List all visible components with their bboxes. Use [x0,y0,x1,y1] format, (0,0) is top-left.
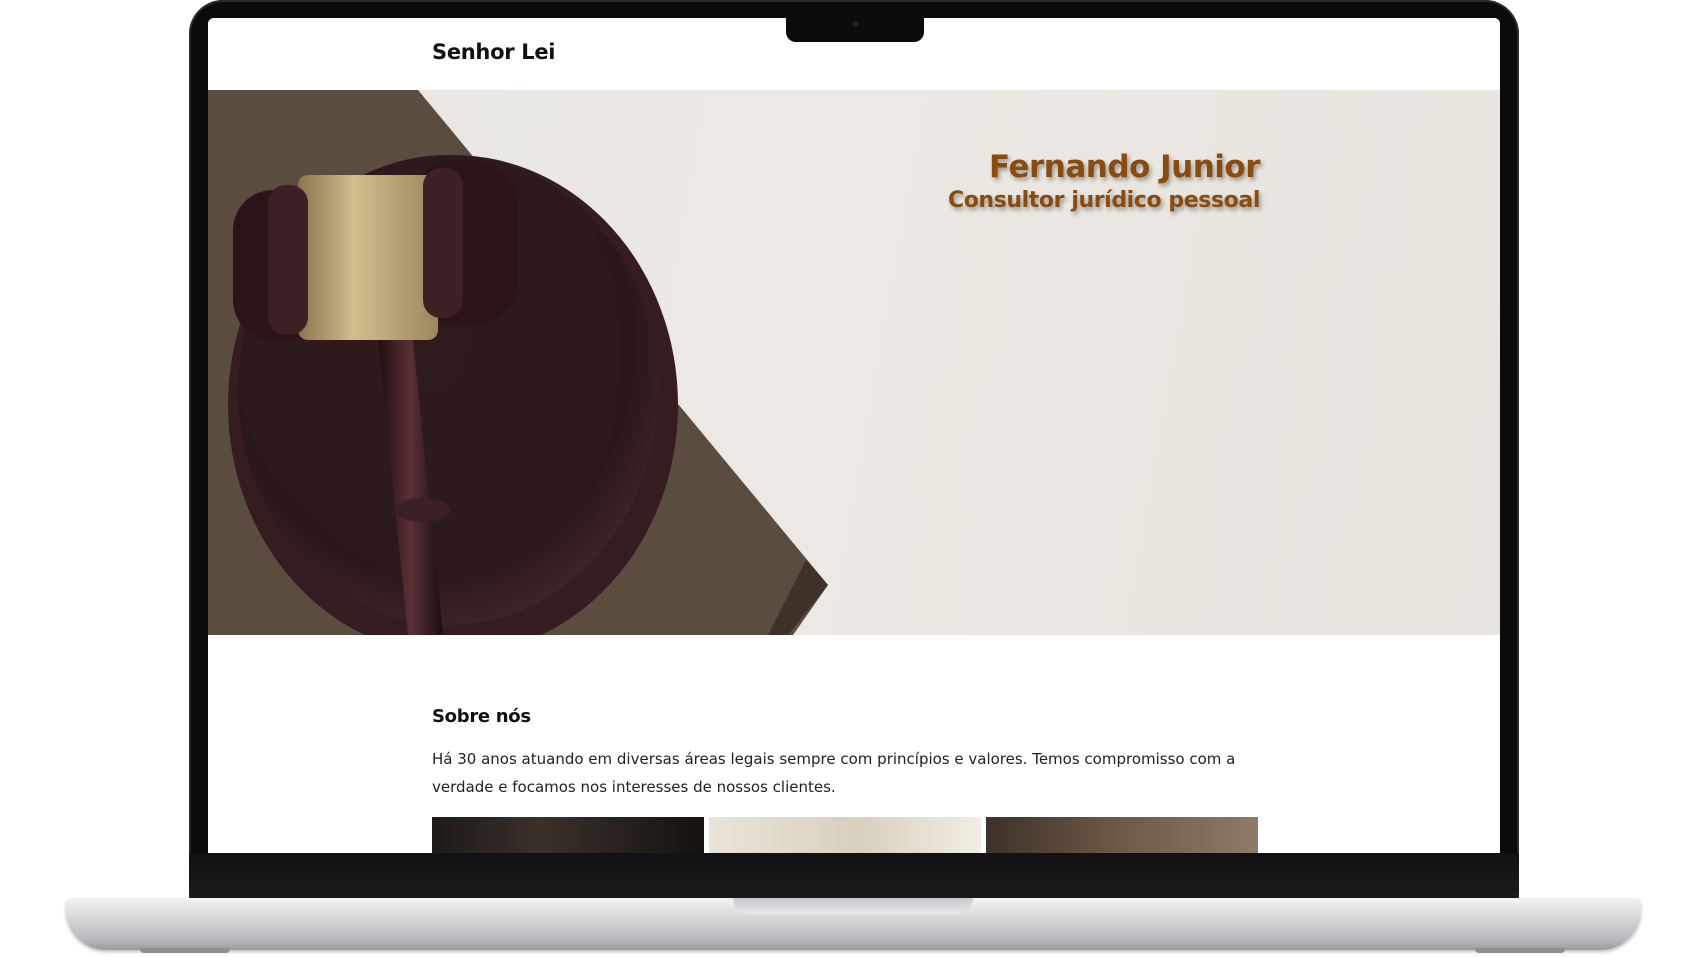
gallery-image-bearded-man[interactable] [986,817,1258,853]
about-section: Sobre nós Há 30 anos atuando em diversas… [432,706,1267,801]
hero-heading: Fernando Junior Consultor jurídico pesso… [947,148,1261,216]
gavel-image [208,90,828,635]
hero-name: Fernando Junior [989,149,1260,185]
browser-screen: Senhor Lei Fernando Junior Consultor jur… [208,18,1500,853]
laptop-foot-left [140,948,230,953]
laptop-bottom-bezel [189,853,1519,898]
laptop-foot-right [1475,948,1565,953]
hero-role: Consultor jurídico pessoal [947,188,1260,213]
camera-notch [786,14,924,42]
about-title: Sobre nós [432,706,531,727]
hero-section: Fernando Junior Consultor jurídico pesso… [208,90,1500,635]
gallery-image-open-book[interactable] [709,817,981,853]
gallery-image-man-in-suit[interactable] [432,817,704,853]
laptop-opening-notch [733,898,973,914]
gallery [432,817,1258,853]
about-text: Há 30 anos atuando em diversas áreas leg… [432,750,1236,796]
camera-icon [852,21,858,27]
brand-logo-link[interactable]: Senhor Lei [432,40,555,64]
